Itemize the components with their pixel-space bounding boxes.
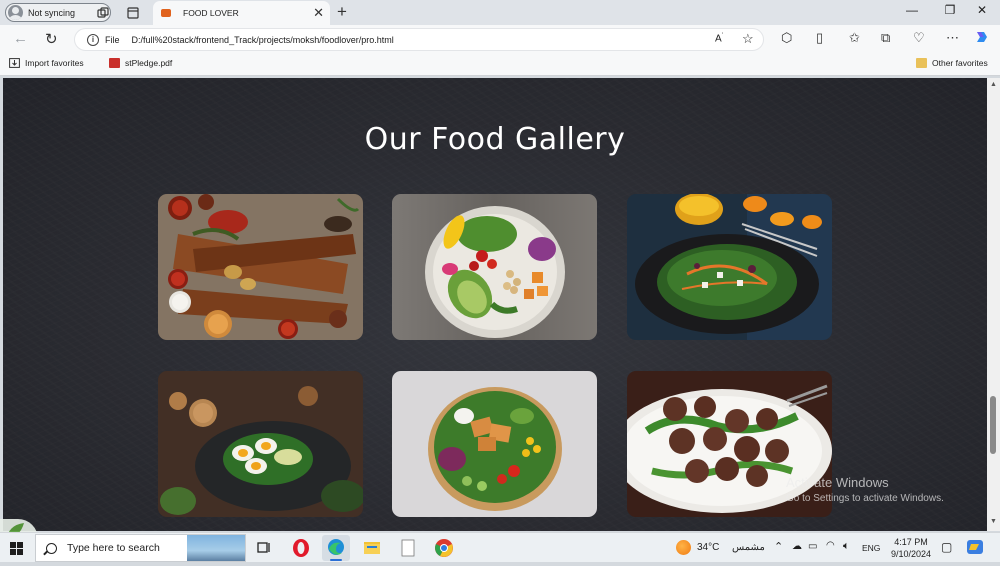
close-window-icon[interactable]: ✕ <box>972 3 992 17</box>
favorite-import[interactable]: Import favorites <box>9 58 84 68</box>
tab-title: FOOD LOVER <box>183 8 239 18</box>
opera-icon[interactable] <box>287 535 315 561</box>
address-bar[interactable]: i File D:/full%20stack/frontend_Track/pr… <box>74 28 764 51</box>
close-tab-icon[interactable]: ✕ <box>313 5 324 21</box>
avatar <box>8 5 23 20</box>
navigation-bar: ← ↻ i File D:/full%20stack/frontend_Trac… <box>0 25 1000 53</box>
other-favorites-label: Other favorites <box>932 58 988 68</box>
scroll-up-icon[interactable]: ▲ <box>990 81 997 88</box>
browser-title-bar: Not syncing FOOD LOVER ✕ + — ❐ ✕ <box>0 0 1000 25</box>
page-scrollbar[interactable]: ▲ ▼ <box>987 78 1000 531</box>
copilot-icon[interactable] <box>974 29 990 48</box>
pdf-icon <box>109 58 120 68</box>
gallery-image-egg-salad[interactable] <box>158 371 363 517</box>
watermark-subtitle: Go to Settings to activate Windows. <box>786 493 944 504</box>
address-url[interactable]: D:/full%20stack/frontend_Track/projects/… <box>132 35 394 45</box>
clock-date: 9/10/2024 <box>890 549 932 559</box>
task-view-icon[interactable] <box>250 535 278 561</box>
gallery-image-salad-bowl[interactable] <box>392 194 597 340</box>
weather-icon[interactable] <box>676 540 691 555</box>
search-placeholder: Type here to search <box>67 542 160 554</box>
browser-essentials-icon[interactable]: ♡ <box>913 30 925 46</box>
file-explorer-icon[interactable] <box>358 535 386 561</box>
scroll-down-icon[interactable]: ▼ <box>990 518 997 525</box>
wifi-icon[interactable]: ◠ <box>826 540 835 551</box>
favorites-icon[interactable]: ✩ <box>849 30 860 46</box>
favorites-bar: Import favorites stPledge.pdf Other favo… <box>0 53 1000 76</box>
volume-icon[interactable]: 🔈︎ <box>843 540 850 553</box>
chrome-icon[interactable] <box>430 535 458 561</box>
more-options-icon[interactable]: ⋯ <box>946 30 959 46</box>
maximize-icon[interactable]: ❐ <box>940 3 960 17</box>
favorite-pdf[interactable]: stPledge.pdf <box>109 58 172 68</box>
gallery-image-tofu-bowl[interactable] <box>392 371 597 517</box>
watermark-title: Activate Windows <box>786 475 889 490</box>
language-indicator[interactable]: ENG <box>862 543 880 553</box>
gallery-image-kebabs[interactable] <box>158 194 363 340</box>
minimize-icon[interactable]: — <box>902 3 922 17</box>
refresh-icon[interactable]: ↻ <box>45 30 58 48</box>
notifications-icon[interactable]: ▢ <box>941 540 952 554</box>
taskbar-clock[interactable]: 4:17 PM 9/10/2024 <box>882 536 940 560</box>
favorite-label: stPledge.pdf <box>125 58 173 68</box>
edge-icon[interactable] <box>322 535 350 561</box>
search-icon <box>46 542 57 554</box>
start-button[interactable] <box>10 542 23 555</box>
scrollbar-thumb[interactable] <box>990 396 996 454</box>
taskbar-search[interactable]: Type here to search <box>35 534 246 562</box>
tab-food-lover[interactable]: FOOD LOVER ✕ <box>153 1 330 25</box>
split-screen-icon[interactable]: ▯ <box>816 30 823 46</box>
battery-icon[interactable]: ▭ <box>808 541 817 552</box>
weather-desc[interactable]: مشمس <box>732 542 765 553</box>
new-tab-icon[interactable]: + <box>337 2 347 22</box>
taskbar: Type here to search 34°C مشمس ⌃ ☁ ▭ ◠ 🔈︎… <box>0 532 1000 562</box>
read-aloud-icon[interactable]: Aʼ <box>715 33 723 44</box>
weather-temp[interactable]: 34°C <box>697 542 719 553</box>
favorite-label: Import favorites <box>25 58 84 68</box>
tab-favicon-icon <box>161 9 171 17</box>
info-icon[interactable]: i <box>87 33 99 46</box>
profile-label: Not syncing <box>28 7 76 18</box>
address-scheme: File <box>105 34 120 45</box>
gallery-image-green-salad[interactable] <box>627 194 832 340</box>
collections-icon[interactable]: ⧉ <box>881 30 890 46</box>
gallery-title: Our Food Gallery <box>364 122 626 157</box>
import-icon <box>9 58 20 68</box>
favorite-star-icon[interactable]: ☆ <box>742 31 754 47</box>
cloud-icon[interactable]: ☁ <box>792 541 802 552</box>
folder-icon <box>916 58 927 68</box>
back-icon[interactable]: ← <box>13 30 28 47</box>
clock-time: 4:17 PM <box>894 537 928 547</box>
notepad-icon[interactable] <box>394 535 422 561</box>
search-highlight-image <box>187 535 245 561</box>
tab-actions-icon[interactable] <box>124 4 142 21</box>
extensions-icon[interactable]: ⬡ <box>781 30 792 46</box>
other-favorites[interactable]: Other favorites <box>916 58 988 68</box>
show-hidden-icons-icon[interactable]: ⌃ <box>774 540 783 553</box>
copilot-taskbar-icon[interactable] <box>966 539 984 560</box>
activate-windows-watermark: Activate Windows Go to Settings to activ… <box>786 475 944 504</box>
page-content: Our Food Gallery <box>3 78 987 531</box>
workspaces-icon[interactable] <box>94 4 112 21</box>
